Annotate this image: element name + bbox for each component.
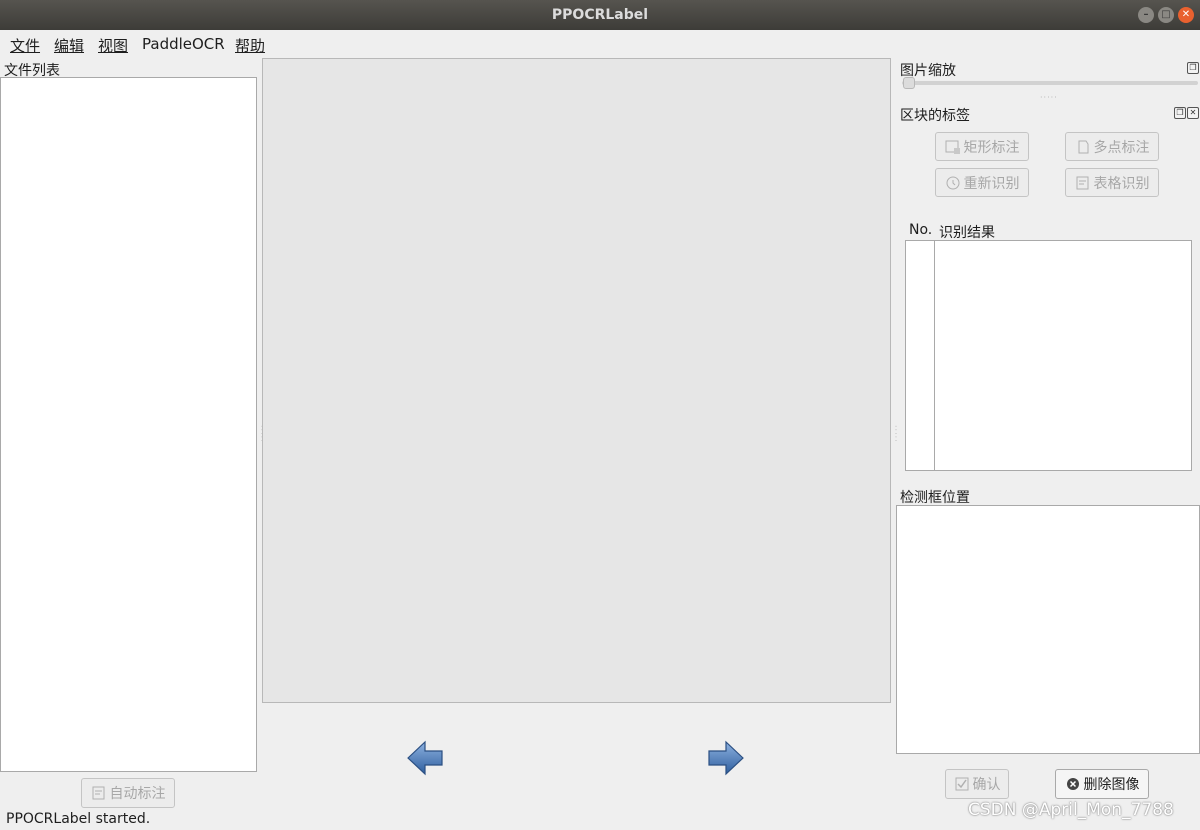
right-splitter[interactable]: ·····: [891, 425, 900, 443]
right-dock-splitter[interactable]: ·····: [1040, 93, 1058, 102]
delete-image-label: 删除图像: [1083, 777, 1140, 793]
next-image-button[interactable]: [707, 740, 745, 776]
reocr-button[interactable]: 重新识别: [935, 168, 1029, 197]
delete-icon: [1065, 776, 1081, 792]
status-text: PPOCRLabel started.: [6, 811, 151, 827]
close-icon: ✕: [1189, 108, 1197, 117]
watermark: CSDN @April_Mon_7788: [968, 800, 1174, 820]
maximize-button[interactable]: □: [1158, 7, 1174, 23]
recognition-results-table[interactable]: [905, 240, 1192, 471]
menu-file[interactable]: 文件: [10, 35, 40, 56]
column-divider: [934, 241, 935, 470]
menu-paddleocr[interactable]: PaddleOCR: [142, 35, 225, 53]
block-labels-close-button[interactable]: ✕: [1187, 107, 1199, 119]
auto-label-label: 自动标注: [109, 786, 166, 802]
box-position-list[interactable]: [896, 505, 1200, 754]
minimize-icon: –: [1143, 9, 1149, 20]
menu-help[interactable]: 帮助: [235, 35, 265, 56]
zoom-slider-handle[interactable]: [903, 77, 915, 89]
zoom-float-button[interactable]: ❐: [1187, 62, 1199, 74]
rect-label-label: 矩形标注: [963, 139, 1020, 156]
confirm-button[interactable]: 确认: [945, 769, 1009, 799]
block-labels-float-button[interactable]: ❐: [1174, 107, 1186, 119]
image-canvas[interactable]: [262, 58, 891, 703]
maximize-icon: □: [1161, 9, 1171, 20]
rect-label-button[interactable]: 矩形标注: [935, 132, 1029, 161]
table-recognition-icon: [1075, 175, 1091, 191]
block-labels-title: 区块的标签: [900, 108, 970, 124]
table-recognition-button[interactable]: 表格识别: [1065, 168, 1159, 197]
delete-image-button[interactable]: 删除图像: [1055, 769, 1149, 799]
file-list[interactable]: [0, 77, 257, 772]
title-bar: PPOCRLabel – □ ✕: [0, 0, 1200, 30]
table-recognition-label: 表格识别: [1093, 175, 1150, 192]
col-header-result: 识别结果: [939, 225, 995, 241]
col-header-no: No.: [909, 222, 933, 238]
menu-view[interactable]: 视图: [98, 35, 128, 56]
refresh-icon: [945, 175, 961, 191]
arrow-right-icon: [708, 740, 744, 776]
confirm-label: 确认: [972, 777, 1001, 793]
window-title: PPOCRLabel: [551, 7, 649, 23]
prev-image-button[interactable]: [406, 740, 444, 776]
zoom-slider-track[interactable]: [902, 81, 1198, 85]
menu-bar: 文件 编辑 视图 PaddleOCR 帮助: [0, 30, 1200, 57]
close-button[interactable]: ✕: [1178, 7, 1194, 23]
poly-label-button[interactable]: 多点标注: [1065, 132, 1159, 161]
close-icon: ✕: [1181, 9, 1191, 20]
box-position-title: 检测框位置: [900, 490, 970, 506]
rect-label-icon: [945, 139, 961, 155]
arrow-left-icon: [407, 740, 443, 776]
reocr-label: 重新识别: [963, 175, 1020, 192]
float-icon: ❐: [1189, 63, 1197, 72]
menu-edit[interactable]: 编辑: [54, 35, 84, 56]
auto-label-icon: [91, 785, 107, 801]
poly-label-label: 多点标注: [1093, 139, 1150, 156]
checkbox-icon: [954, 776, 970, 792]
minimize-button[interactable]: –: [1138, 7, 1154, 23]
auto-label-button[interactable]: 自动标注: [81, 778, 175, 808]
float-icon: ❐: [1176, 108, 1184, 117]
poly-label-icon: [1075, 139, 1091, 155]
